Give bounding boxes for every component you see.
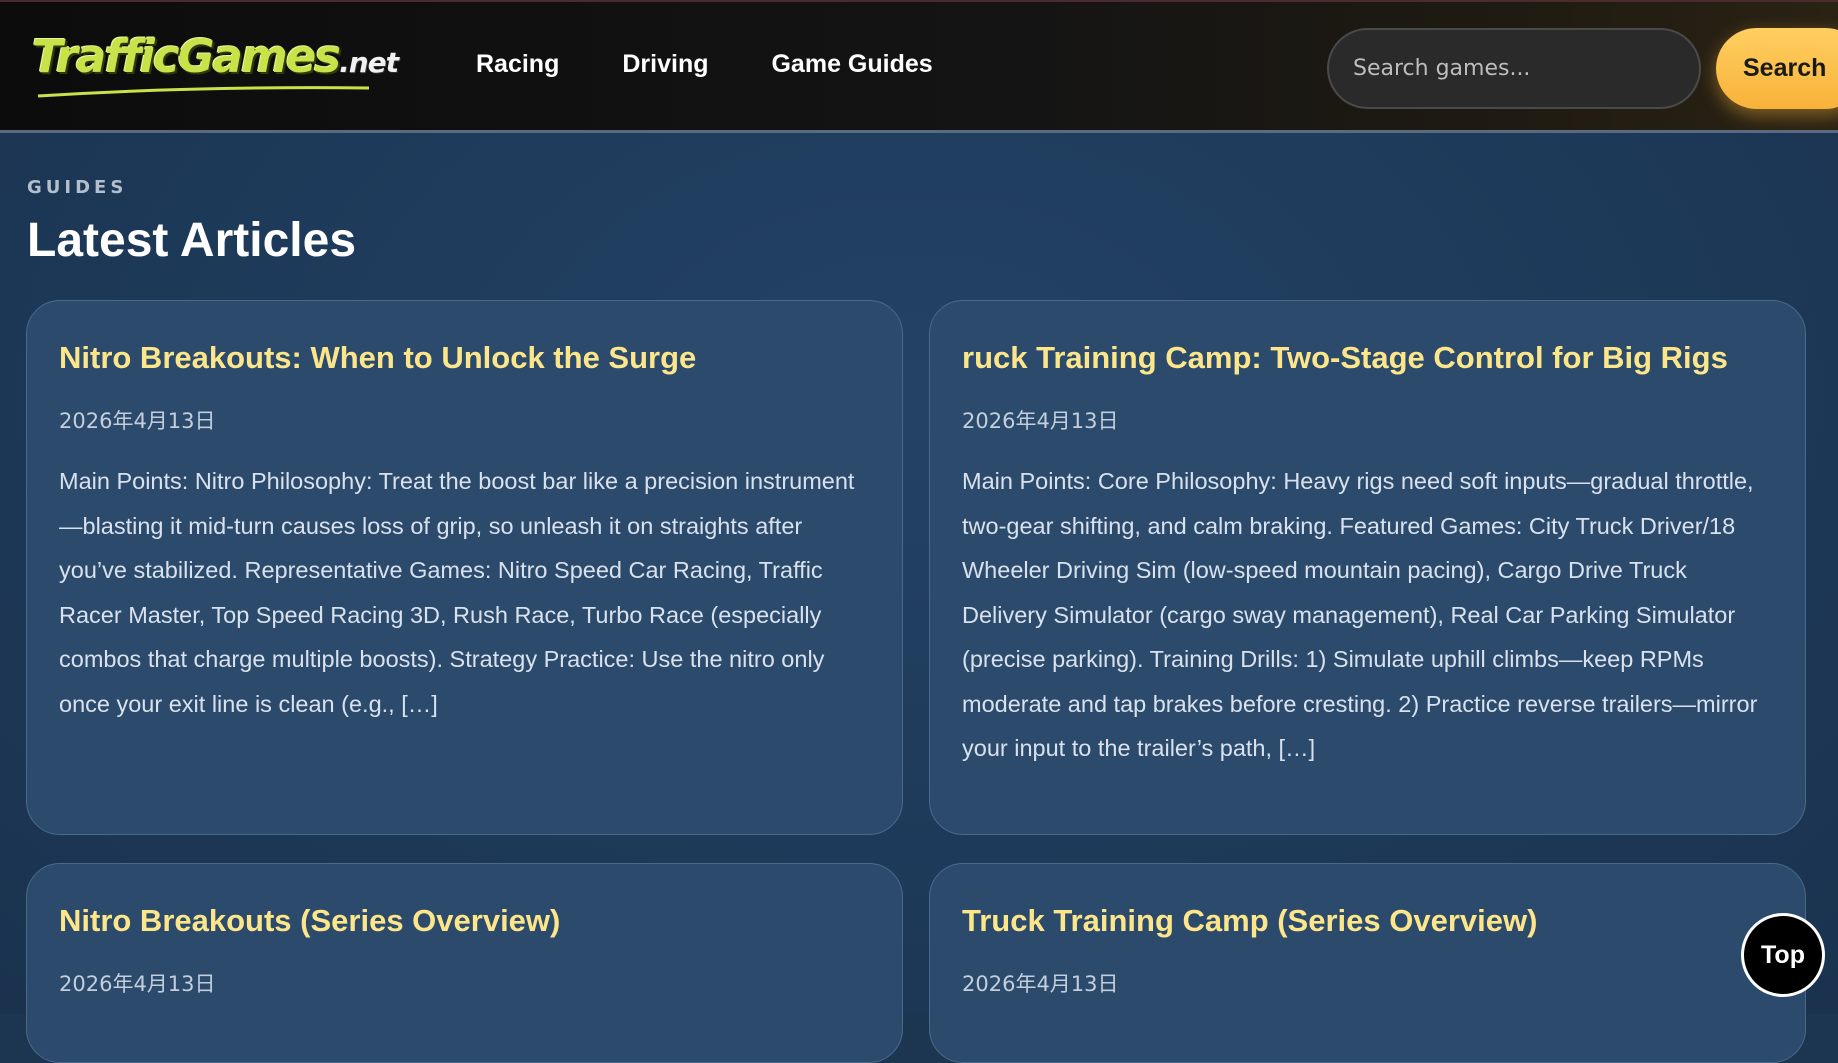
logo-text: TrafficGames.net xyxy=(32,30,399,83)
logo-suffix: .net xyxy=(339,46,399,79)
article-card-nitro-breakouts[interactable]: Nitro Breakouts: When to Unlock the Surg… xyxy=(26,300,903,835)
main-content: GUIDES Latest Articles Nitro Breakouts: … xyxy=(0,133,1838,1063)
article-title[interactable]: Nitro Breakouts: When to Unlock the Surg… xyxy=(59,339,870,377)
logo-main: TrafficGames xyxy=(32,30,341,83)
article-title[interactable]: Truck Training Camp (Series Overview) xyxy=(962,902,1773,940)
section-eyebrow: GUIDES xyxy=(27,177,128,198)
search-input[interactable] xyxy=(1327,28,1701,109)
article-title[interactable]: Nitro Breakouts (Series Overview) xyxy=(59,902,870,940)
article-excerpt: Main Points: Core Philosophy: Heavy rigs… xyxy=(962,468,1758,761)
article-date: 2026年4月13日 xyxy=(59,409,216,433)
article-title[interactable]: ruck Training Camp: Two-Stage Control fo… xyxy=(962,339,1773,377)
article-excerpt: Main Points: Nitro Philosophy: Treat the… xyxy=(59,468,855,717)
article-card-nitro-series[interactable]: Nitro Breakouts (Series Overview) 2026年4… xyxy=(26,863,903,1063)
article-date: 2026年4月13日 xyxy=(59,972,216,996)
article-card-truck-training[interactable]: ruck Training Camp: Two-Stage Control fo… xyxy=(929,300,1806,835)
nav-game-guides[interactable]: Game Guides xyxy=(771,50,932,79)
logo-swoosh-icon xyxy=(37,86,370,98)
search-button[interactable]: Search xyxy=(1716,28,1838,109)
nav-driving[interactable]: Driving xyxy=(622,50,708,79)
article-card-truck-series[interactable]: Truck Training Camp (Series Overview) 20… xyxy=(929,863,1806,1063)
nav-racing[interactable]: Racing xyxy=(476,50,559,79)
back-to-top-button[interactable]: Top xyxy=(1741,913,1825,997)
main-nav: Racing Driving Game Guides xyxy=(476,50,933,79)
page-title: Latest Articles xyxy=(27,214,357,267)
site-header: TrafficGames.net Racing Driving Game Gui… xyxy=(0,0,1838,133)
site-logo[interactable]: TrafficGames.net xyxy=(32,30,399,100)
article-date: 2026年4月13日 xyxy=(962,972,1119,996)
article-date: 2026年4月13日 xyxy=(962,409,1119,433)
